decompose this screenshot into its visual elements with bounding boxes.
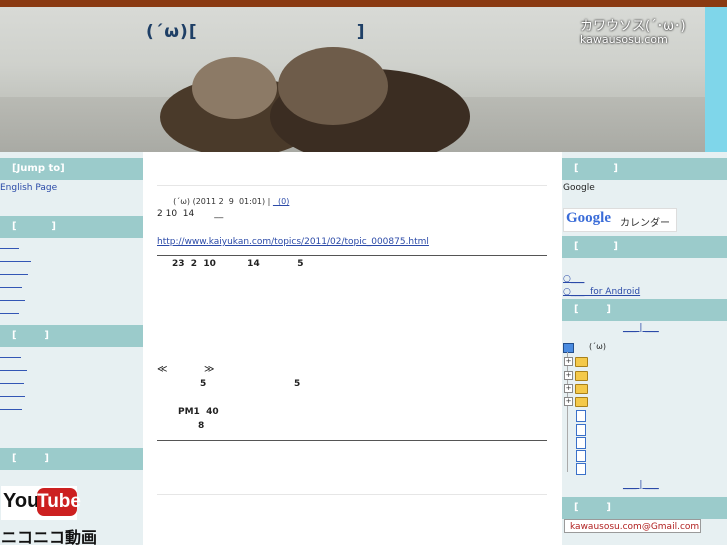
post-url-link[interactable]: http://www.kaiyukan.com/topics/2011/02/t…	[157, 237, 429, 247]
google-label: Google	[563, 183, 595, 193]
otter-right-head	[278, 47, 388, 125]
post-top-divider	[157, 185, 547, 186]
site-logo-jp[interactable]: カワウソス(´･ω･)	[580, 15, 686, 34]
pager-bottom[interactable]: ___ | ___	[623, 480, 659, 490]
right-heading-1: [ ]	[562, 158, 727, 180]
post-row-a-left: 5	[200, 379, 207, 389]
jump-to-heading: [Jump to]	[0, 158, 143, 180]
tree-expand-icon[interactable]: +	[564, 357, 573, 366]
youtube-logo[interactable]: You Tube	[1, 486, 81, 520]
folder-icon[interactable]	[575, 357, 588, 367]
tree-line	[567, 352, 568, 472]
header-right-strip	[705, 7, 727, 152]
left-link-7[interactable]	[0, 357, 21, 358]
file-icon[interactable]	[576, 463, 586, 475]
otter-left-head	[192, 57, 277, 119]
tree-expand-icon[interactable]: +	[564, 384, 573, 393]
tree-expand-icon[interactable]: +	[564, 371, 573, 380]
email-address-image[interactable]: kawausosu.com@Gmail.com	[564, 519, 701, 533]
site-header: (´ω)[ ] カワウソス(´･ω･) kawausosu.com	[0, 7, 727, 152]
youtube-logo-tube: Tube	[37, 488, 81, 516]
post-time-line: PM1 40	[178, 407, 219, 417]
post-divider-1	[157, 255, 547, 256]
left-link-9[interactable]	[0, 383, 24, 384]
post-row-b: 8	[198, 421, 205, 431]
post-bottom-divider	[157, 494, 547, 495]
left-link-11[interactable]	[0, 409, 22, 410]
file-icon[interactable]	[576, 437, 586, 449]
site-title[interactable]: (´ω)[ ]	[146, 22, 365, 42]
app-link-2[interactable]: ○___ for Android	[563, 287, 640, 297]
post-meta: (´ω) (2011 2 9 01:01) | (0)	[168, 188, 289, 206]
post-line-1: 2 10 14 __	[157, 209, 224, 219]
left-link-5[interactable]	[0, 300, 25, 301]
post-nav-next[interactable]: ≫	[204, 364, 214, 375]
google-calendar-label: カレンダー	[620, 218, 670, 229]
google-calendar-badge[interactable]: Google カレンダー	[563, 208, 677, 232]
file-icon[interactable]	[576, 450, 586, 462]
post-bold-line: 23 2 10 14 5	[172, 259, 304, 269]
left-heading-4: [ ]	[0, 448, 143, 470]
app-link-1[interactable]: ○___	[563, 274, 584, 284]
folder-icon[interactable]	[575, 384, 588, 394]
left-heading-3: [ ]	[0, 325, 143, 347]
left-link-6[interactable]	[0, 313, 19, 314]
left-link-3[interactable]	[0, 274, 28, 275]
top-border	[0, 0, 727, 7]
folder-icon[interactable]	[575, 371, 588, 381]
left-link-2[interactable]	[0, 261, 31, 262]
left-link-8[interactable]	[0, 370, 27, 371]
post-comment-link[interactable]: (0)	[273, 197, 289, 206]
right-heading-4: [ ]	[562, 497, 727, 519]
post-row-a-right: 5	[294, 379, 301, 389]
pager-top[interactable]: ___ | ___	[623, 323, 659, 333]
left-link-4[interactable]	[0, 287, 22, 288]
computer-icon	[563, 343, 574, 353]
post-nav-prev[interactable]: ≪	[157, 364, 167, 375]
folder-icon[interactable]	[575, 397, 588, 407]
site-logo-domain[interactable]: kawausosu.com	[580, 33, 668, 46]
left-link-10[interactable]	[0, 396, 25, 397]
google-calendar-google: Google	[566, 210, 611, 226]
right-heading-2: [ ]	[562, 236, 727, 258]
file-icon[interactable]	[576, 424, 586, 436]
post-meta-text: (´ω) (2011 2 9 01:01) |	[173, 197, 273, 206]
tree-expand-icon[interactable]: +	[564, 397, 573, 406]
post-divider-2	[157, 440, 547, 441]
tree-root-label[interactable]: (´ω)	[589, 342, 606, 351]
left-heading-2: [ ]	[0, 216, 143, 238]
english-page-link[interactable]: English Page	[0, 183, 57, 193]
niconico-logo[interactable]: ニコニコ動画	[1, 524, 97, 548]
youtube-logo-you: You	[3, 490, 40, 512]
right-heading-3: [ ]	[562, 299, 727, 321]
file-icon[interactable]	[576, 410, 586, 422]
left-link-1[interactable]	[0, 248, 19, 249]
